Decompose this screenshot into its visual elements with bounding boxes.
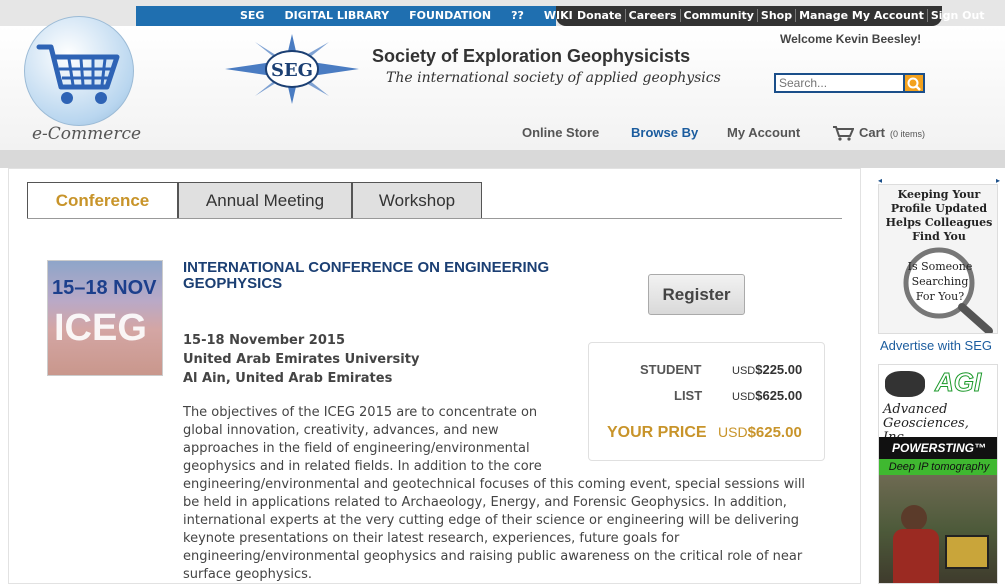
cart-icon [833,126,854,141]
seg-logo[interactable]: SEG [225,34,359,104]
welcome-message: Welcome Kevin Beesley! [780,32,922,46]
event-description: The objectives of the ICEG 2015 are to c… [183,404,823,584]
org-name: Society of Exploration Geophysicists [372,46,691,66]
agi-brand: AGI [934,367,982,398]
search-icon [907,77,921,91]
tab-conference[interactable]: Conference [27,182,178,219]
event-thumbnail-dates: 15–18 NOV [52,277,157,299]
tab-underline [27,218,842,219]
list-price: USD$625.00 [732,388,803,403]
top-link-donate[interactable]: Donate [574,9,625,22]
student-price: USD$225.00 [732,362,803,377]
ecommerce-cart-logo[interactable] [24,16,134,126]
top-link-shop[interactable]: Shop [756,9,795,22]
register-button[interactable]: Register [648,274,745,315]
search-button[interactable] [905,73,925,93]
event-details: 15-18 November 2015 United Arab Emirates… [183,331,419,388]
event-thumbnail[interactable]: 15–18 NOV ICEG [47,260,163,376]
event-date: 15-18 November 2015 [183,333,345,348]
agi-tagline: Deep IP tomography [879,459,997,475]
event-location: Al Ain, United Arab Emirates [183,371,393,386]
top-link-seg[interactable]: SEG [230,9,274,22]
agi-product: POWERSTING™ [879,437,997,459]
top-link-sign-out[interactable]: Sign Out [926,9,988,22]
top-nav-primary-links: SEG DIGITAL LIBRARY FOUNDATION ?? WIKI [230,9,583,22]
person-body-shape [893,529,939,583]
advertise-link[interactable]: Advertise with SEG [880,338,992,353]
price-box-spacer [573,404,823,476]
cart-label: Cart [859,125,886,140]
list-price-label: LIST [674,388,703,403]
event-thumbnail-acronym: ICEG [54,307,147,349]
top-nav-account-links: Donate Careers Community Shop Manage My … [574,9,988,22]
profile-ad[interactable]: Keeping Your Profile Updated Helps Colle… [878,184,998,334]
tab-annual-meeting[interactable]: Annual Meeting [178,182,352,219]
header-divider [0,150,1005,168]
org-tagline: The international society of applied geo… [386,70,721,86]
nav-my-account[interactable]: My Account [727,125,800,140]
shopping-cart-icon [36,44,120,104]
top-link-careers[interactable]: Careers [624,9,680,22]
student-price-label: STUDENT [640,362,702,377]
event-title[interactable]: INTERNATIONAL CONFERENCE ON ENGINEERING … [183,260,563,292]
event-venue: United Arab Emirates University [183,352,420,367]
seg-star-emblem-icon: SEG [225,34,359,104]
equipment-case-shape [945,535,989,569]
world-map-icon [885,371,925,397]
top-link-manage-account[interactable]: Manage My Account [795,9,927,22]
nav-browse-by[interactable]: Browse By [631,125,698,140]
nav-cart[interactable]: Cart (0 items) [832,125,925,141]
nav-online-store[interactable]: Online Store [522,125,599,140]
ecommerce-label: e-Commerce [32,124,142,144]
top-link-unknown[interactable]: ?? [501,9,534,22]
profile-ad-headline: Keeping Your Profile Updated Helps Colle… [885,188,993,243]
top-link-community[interactable]: Community [679,9,757,22]
seg-logo-text: SEG [271,60,313,81]
search-input[interactable] [774,73,905,93]
profile-ad-bubble: Is Someone Searching For You? [907,260,973,303]
agi-ad[interactable]: AGI Advanced Geosciences, Inc. POWERSTIN… [878,364,998,584]
top-link-digital-library[interactable]: DIGITAL LIBRARY [274,9,399,22]
tab-workshop[interactable]: Workshop [352,182,482,219]
agi-field-photo [879,475,997,583]
top-link-foundation[interactable]: FOUNDATION [399,9,501,22]
person-head-shape [901,505,927,531]
cart-count: (0 items) [890,129,926,139]
